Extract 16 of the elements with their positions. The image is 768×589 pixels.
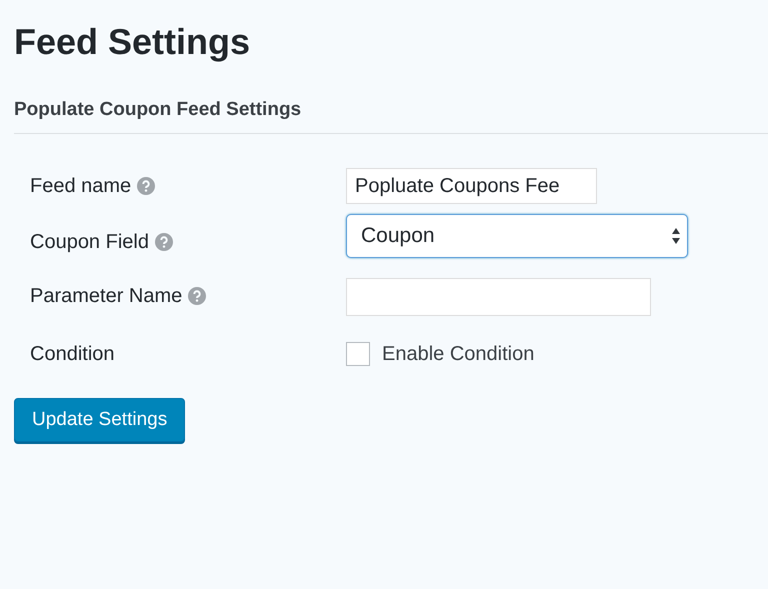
updown-arrows-icon (671, 227, 681, 245)
text-field[interactable]: Popluate Coupons Fee (346, 168, 597, 204)
update-settings-button[interactable]: Update Settings (14, 398, 186, 442)
help-icon[interactable] (154, 233, 173, 251)
field-label: Feed name (30, 174, 132, 198)
help-icon[interactable] (188, 287, 206, 305)
select-field[interactable]: Coupon (346, 214, 688, 258)
page-title: Feed Settings (14, 20, 252, 64)
section-title: Populate Coupon Feed Settings (14, 98, 302, 122)
checkbox[interactable] (346, 342, 370, 366)
text-field[interactable] (346, 278, 651, 316)
field-label: Coupon Field (30, 230, 149, 254)
checkbox-label[interactable]: Enable Condition (382, 342, 534, 366)
field-label: Parameter Name (30, 284, 182, 308)
help-icon[interactable] (137, 177, 156, 195)
field-label: Condition (30, 342, 115, 366)
